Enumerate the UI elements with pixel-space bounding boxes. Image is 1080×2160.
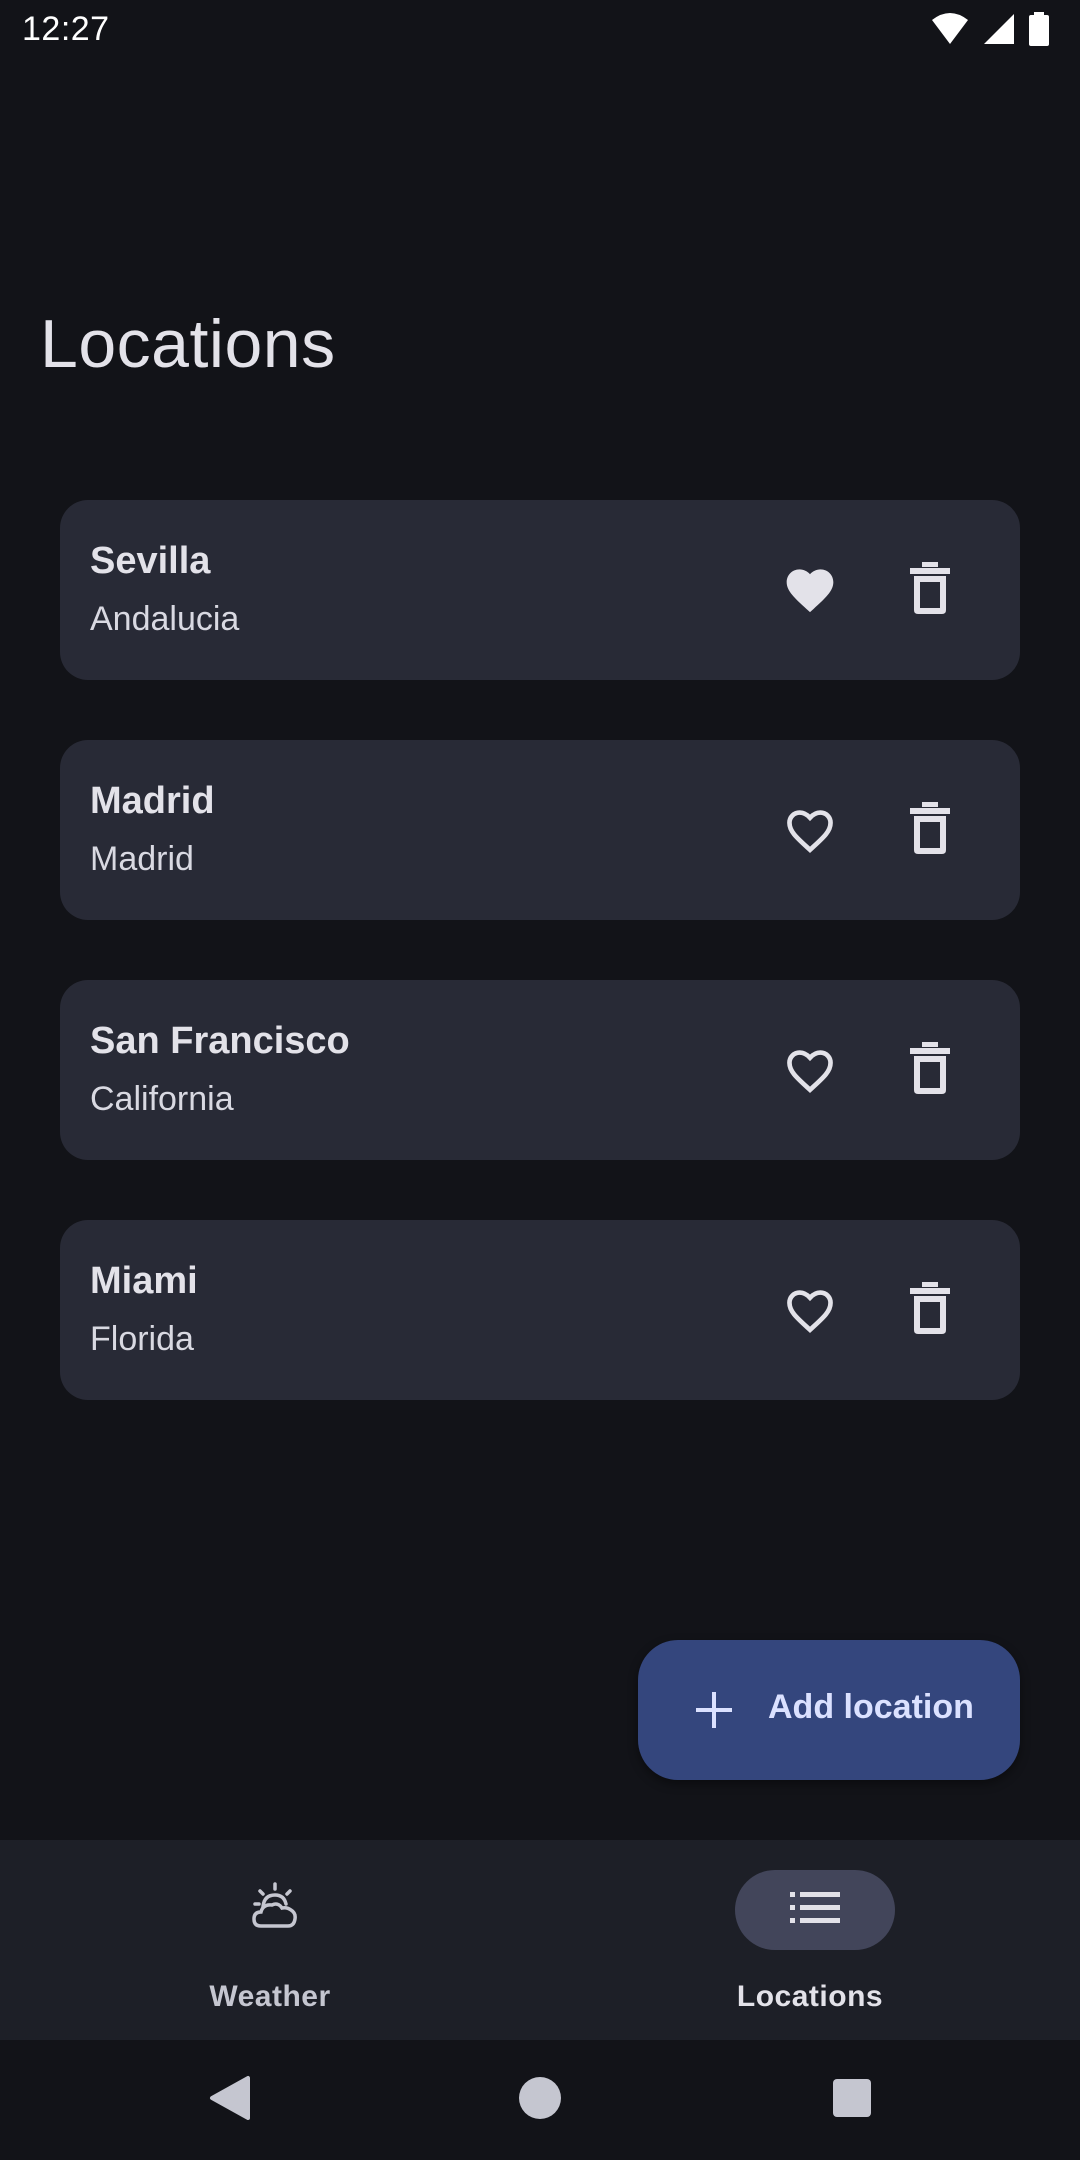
- trash-icon: [910, 1041, 950, 1099]
- back-button[interactable]: [190, 2060, 270, 2140]
- plus-icon: [686, 1682, 742, 1738]
- location-region: California: [90, 1080, 234, 1118]
- location-card[interactable]: Madrid Madrid: [60, 740, 1020, 920]
- location-region: Andalucia: [90, 600, 240, 638]
- delete-button[interactable]: [880, 1260, 980, 1360]
- location-card[interactable]: Miami Florida: [60, 1220, 1020, 1400]
- signal-icon: [982, 12, 1016, 46]
- status-time: 12:27: [22, 10, 110, 48]
- heart-outline-icon: [782, 802, 838, 859]
- system-navigation-bar: [0, 2040, 1080, 2160]
- heart-outline-icon: [782, 1042, 838, 1099]
- location-region: Madrid: [90, 840, 194, 878]
- delete-button[interactable]: [880, 780, 980, 880]
- status-bar: 12:27: [0, 0, 1080, 62]
- recents-button[interactable]: [812, 2060, 892, 2140]
- recents-icon: [832, 2078, 872, 2123]
- home-icon: [518, 2076, 562, 2125]
- location-card[interactable]: Sevilla Andalucia: [60, 500, 1020, 680]
- trash-icon: [910, 801, 950, 859]
- location-name: San Francisco: [90, 1020, 350, 1062]
- add-location-label: Add location: [768, 1688, 974, 1726]
- weather-icon: [247, 1880, 303, 1941]
- home-button[interactable]: [500, 2060, 580, 2140]
- favorite-button[interactable]: [760, 780, 860, 880]
- heart-filled-icon: [782, 562, 838, 619]
- add-location-button[interactable]: Add location: [638, 1640, 1020, 1780]
- nav-item-weather[interactable]: Weather: [0, 1840, 540, 2040]
- favorite-button[interactable]: [760, 1020, 860, 1120]
- location-name: Sevilla: [90, 540, 211, 582]
- battery-icon: [1028, 12, 1050, 46]
- location-region: Florida: [90, 1320, 194, 1358]
- bottom-navigation: Weather Locations: [0, 1840, 1080, 2040]
- status-icons: [930, 12, 1050, 46]
- location-name: Madrid: [90, 780, 215, 822]
- location-card[interactable]: San Francisco California: [60, 980, 1020, 1160]
- list-icon: [790, 1891, 840, 1929]
- nav-indicator-active: [735, 1870, 895, 1950]
- heart-outline-icon: [782, 1282, 838, 1339]
- trash-icon: [910, 561, 950, 619]
- page-title: Locations: [40, 306, 336, 382]
- favorite-button[interactable]: [760, 540, 860, 640]
- locations-list: Sevilla Andalucia Madrid Madrid San Fran…: [60, 500, 1020, 1460]
- delete-button[interactable]: [880, 540, 980, 640]
- screen: 12:27 Locations Sevilla Andalucia Madrid…: [0, 0, 1080, 2160]
- nav-indicator: [195, 1870, 355, 1950]
- nav-label-weather: Weather: [209, 1980, 331, 2013]
- location-name: Miami: [90, 1260, 198, 1302]
- favorite-button[interactable]: [760, 1260, 860, 1360]
- trash-icon: [910, 1281, 950, 1339]
- nav-label-locations: Locations: [736, 1980, 884, 2013]
- delete-button[interactable]: [880, 1020, 980, 1120]
- nav-item-locations[interactable]: Locations: [540, 1840, 1080, 2040]
- back-icon: [208, 2074, 252, 2127]
- wifi-icon: [930, 12, 970, 46]
